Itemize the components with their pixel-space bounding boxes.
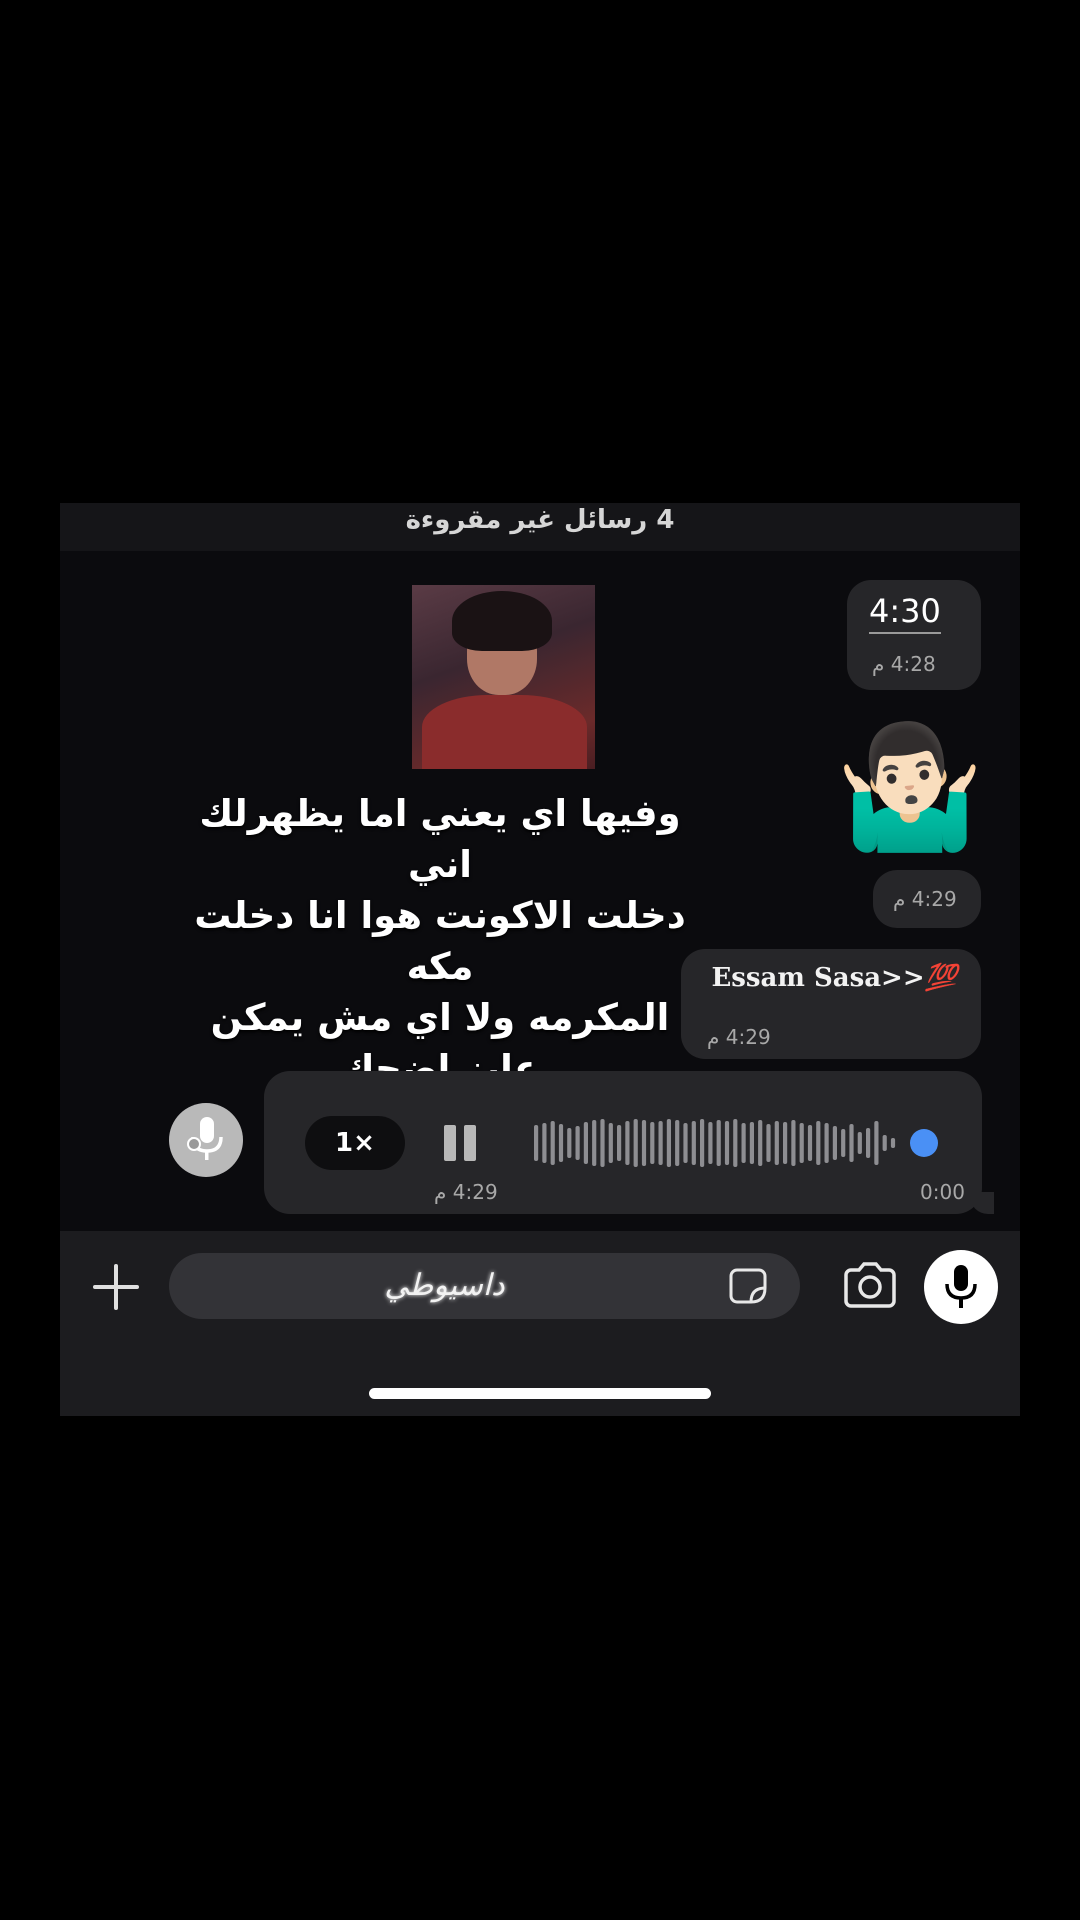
- waveform-bar: [641, 1120, 647, 1166]
- waveform-bar: [675, 1120, 680, 1166]
- shrug-emoji[interactable]: 🤷🏻‍♂️: [835, 713, 985, 863]
- waveform-bar: [741, 1123, 746, 1163]
- voice-timestamp: 4:29 م: [434, 1180, 498, 1204]
- composer-bar: داسيوطي: [60, 1231, 1020, 1416]
- waveform-bar: [558, 1124, 564, 1162]
- waveform-bar: [625, 1121, 630, 1165]
- message-bubble-essam[interactable]: Essam Sasa>>💯 4:29 م: [681, 949, 981, 1059]
- home-indicator: [369, 1388, 711, 1399]
- waveform-bar: [583, 1122, 588, 1164]
- waveform-bar: [716, 1120, 721, 1166]
- message-bubble-stamp[interactable]: 4:29 م: [873, 870, 981, 928]
- unread-banner: 4 رسائل غير مقروءة: [60, 503, 1020, 551]
- sticker-icon[interactable]: [729, 1266, 769, 1306]
- waveform-bar: [534, 1125, 539, 1161]
- voice-avatar-mic: [169, 1103, 243, 1177]
- voice-message[interactable]: 1× 4:29 م 0:00: [264, 1071, 994, 1214]
- waveform-bar: [849, 1124, 854, 1162]
- waveform-bar: [832, 1126, 837, 1160]
- record-voice-button[interactable]: [924, 1250, 998, 1324]
- waveform-bar: [874, 1121, 879, 1165]
- voice-waveform[interactable]: [532, 1115, 942, 1171]
- message-timestamp: 4:29 م: [707, 1025, 771, 1049]
- waveform-bar: [816, 1121, 821, 1165]
- waveform-bar: [733, 1119, 738, 1167]
- waveform-bar: [592, 1120, 597, 1166]
- waveform-bar: [882, 1135, 887, 1151]
- waveform-bar: [724, 1121, 730, 1165]
- waveform-bar: [749, 1122, 754, 1164]
- waveform-bar: [841, 1129, 846, 1157]
- waveform-bar: [617, 1125, 622, 1161]
- waveform-bar: [567, 1128, 572, 1158]
- mic-icon: [945, 1265, 977, 1308]
- message-input[interactable]: داسيوطي: [169, 1253, 800, 1319]
- caption-line: وفيها اي يعني اما يظهرلك اني: [199, 792, 681, 886]
- waveform-bar: [708, 1122, 713, 1164]
- message-text-main: Essam Sasa>>: [711, 963, 925, 993]
- waveform-bar: [824, 1123, 829, 1163]
- camera-icon[interactable]: [842, 1261, 898, 1311]
- waveform-bar: [633, 1119, 638, 1167]
- waveform-bar: [666, 1119, 671, 1167]
- waveform-bar: [700, 1119, 705, 1167]
- waveform-bar: [783, 1122, 788, 1164]
- caption-line: دخلت الاكونت هوا انا دخلت مكه: [194, 894, 686, 988]
- playback-scrubber[interactable]: [910, 1129, 938, 1157]
- waveform-bar: [866, 1128, 871, 1158]
- playback-speed-button[interactable]: 1×: [305, 1116, 405, 1170]
- pause-icon[interactable]: [444, 1125, 480, 1161]
- voice-elapsed: 0:00: [920, 1180, 965, 1204]
- message-timestamp: 4:29 م: [893, 887, 957, 911]
- message-text: Essam Sasa>>💯: [711, 963, 957, 993]
- waveform-bar: [766, 1124, 771, 1162]
- plus-icon[interactable]: [90, 1261, 142, 1313]
- waveform-bar: [758, 1120, 763, 1166]
- waveform-bar: [608, 1123, 613, 1163]
- waveform-bar: [857, 1132, 862, 1154]
- waveform-bar: [807, 1125, 813, 1161]
- waveform-bar: [890, 1138, 896, 1148]
- message-input-text: داسيوطي: [384, 1268, 505, 1303]
- message-timestamp: 4:28 م: [872, 652, 936, 676]
- photo-shirt: [422, 695, 587, 769]
- waveform-bar: [542, 1123, 547, 1163]
- waveform-bar: [791, 1120, 796, 1166]
- chat-area: 4 رسائل غير مقروءة 4:30 4:28 م 🤷🏻‍♂️ 4:2…: [60, 503, 1020, 1416]
- waveform-bar: [683, 1123, 688, 1163]
- waveform-bar: [658, 1121, 663, 1165]
- waveform-bar: [650, 1122, 655, 1164]
- mic-icon: [187, 1117, 223, 1160]
- waveform-bar: [600, 1119, 605, 1167]
- sticker-photo[interactable]: [412, 585, 595, 769]
- photo-hair: [452, 591, 552, 651]
- waveform-bar: [774, 1121, 779, 1165]
- message-bubble-time[interactable]: 4:30 4:28 م: [847, 580, 981, 690]
- message-text: 4:30: [869, 592, 941, 634]
- waveform-bar: [691, 1121, 696, 1165]
- waveform-bar: [550, 1121, 555, 1165]
- waveform-bar: [575, 1126, 580, 1160]
- waveform-bar: [799, 1123, 804, 1163]
- hundred-emoji: 💯: [924, 963, 957, 993]
